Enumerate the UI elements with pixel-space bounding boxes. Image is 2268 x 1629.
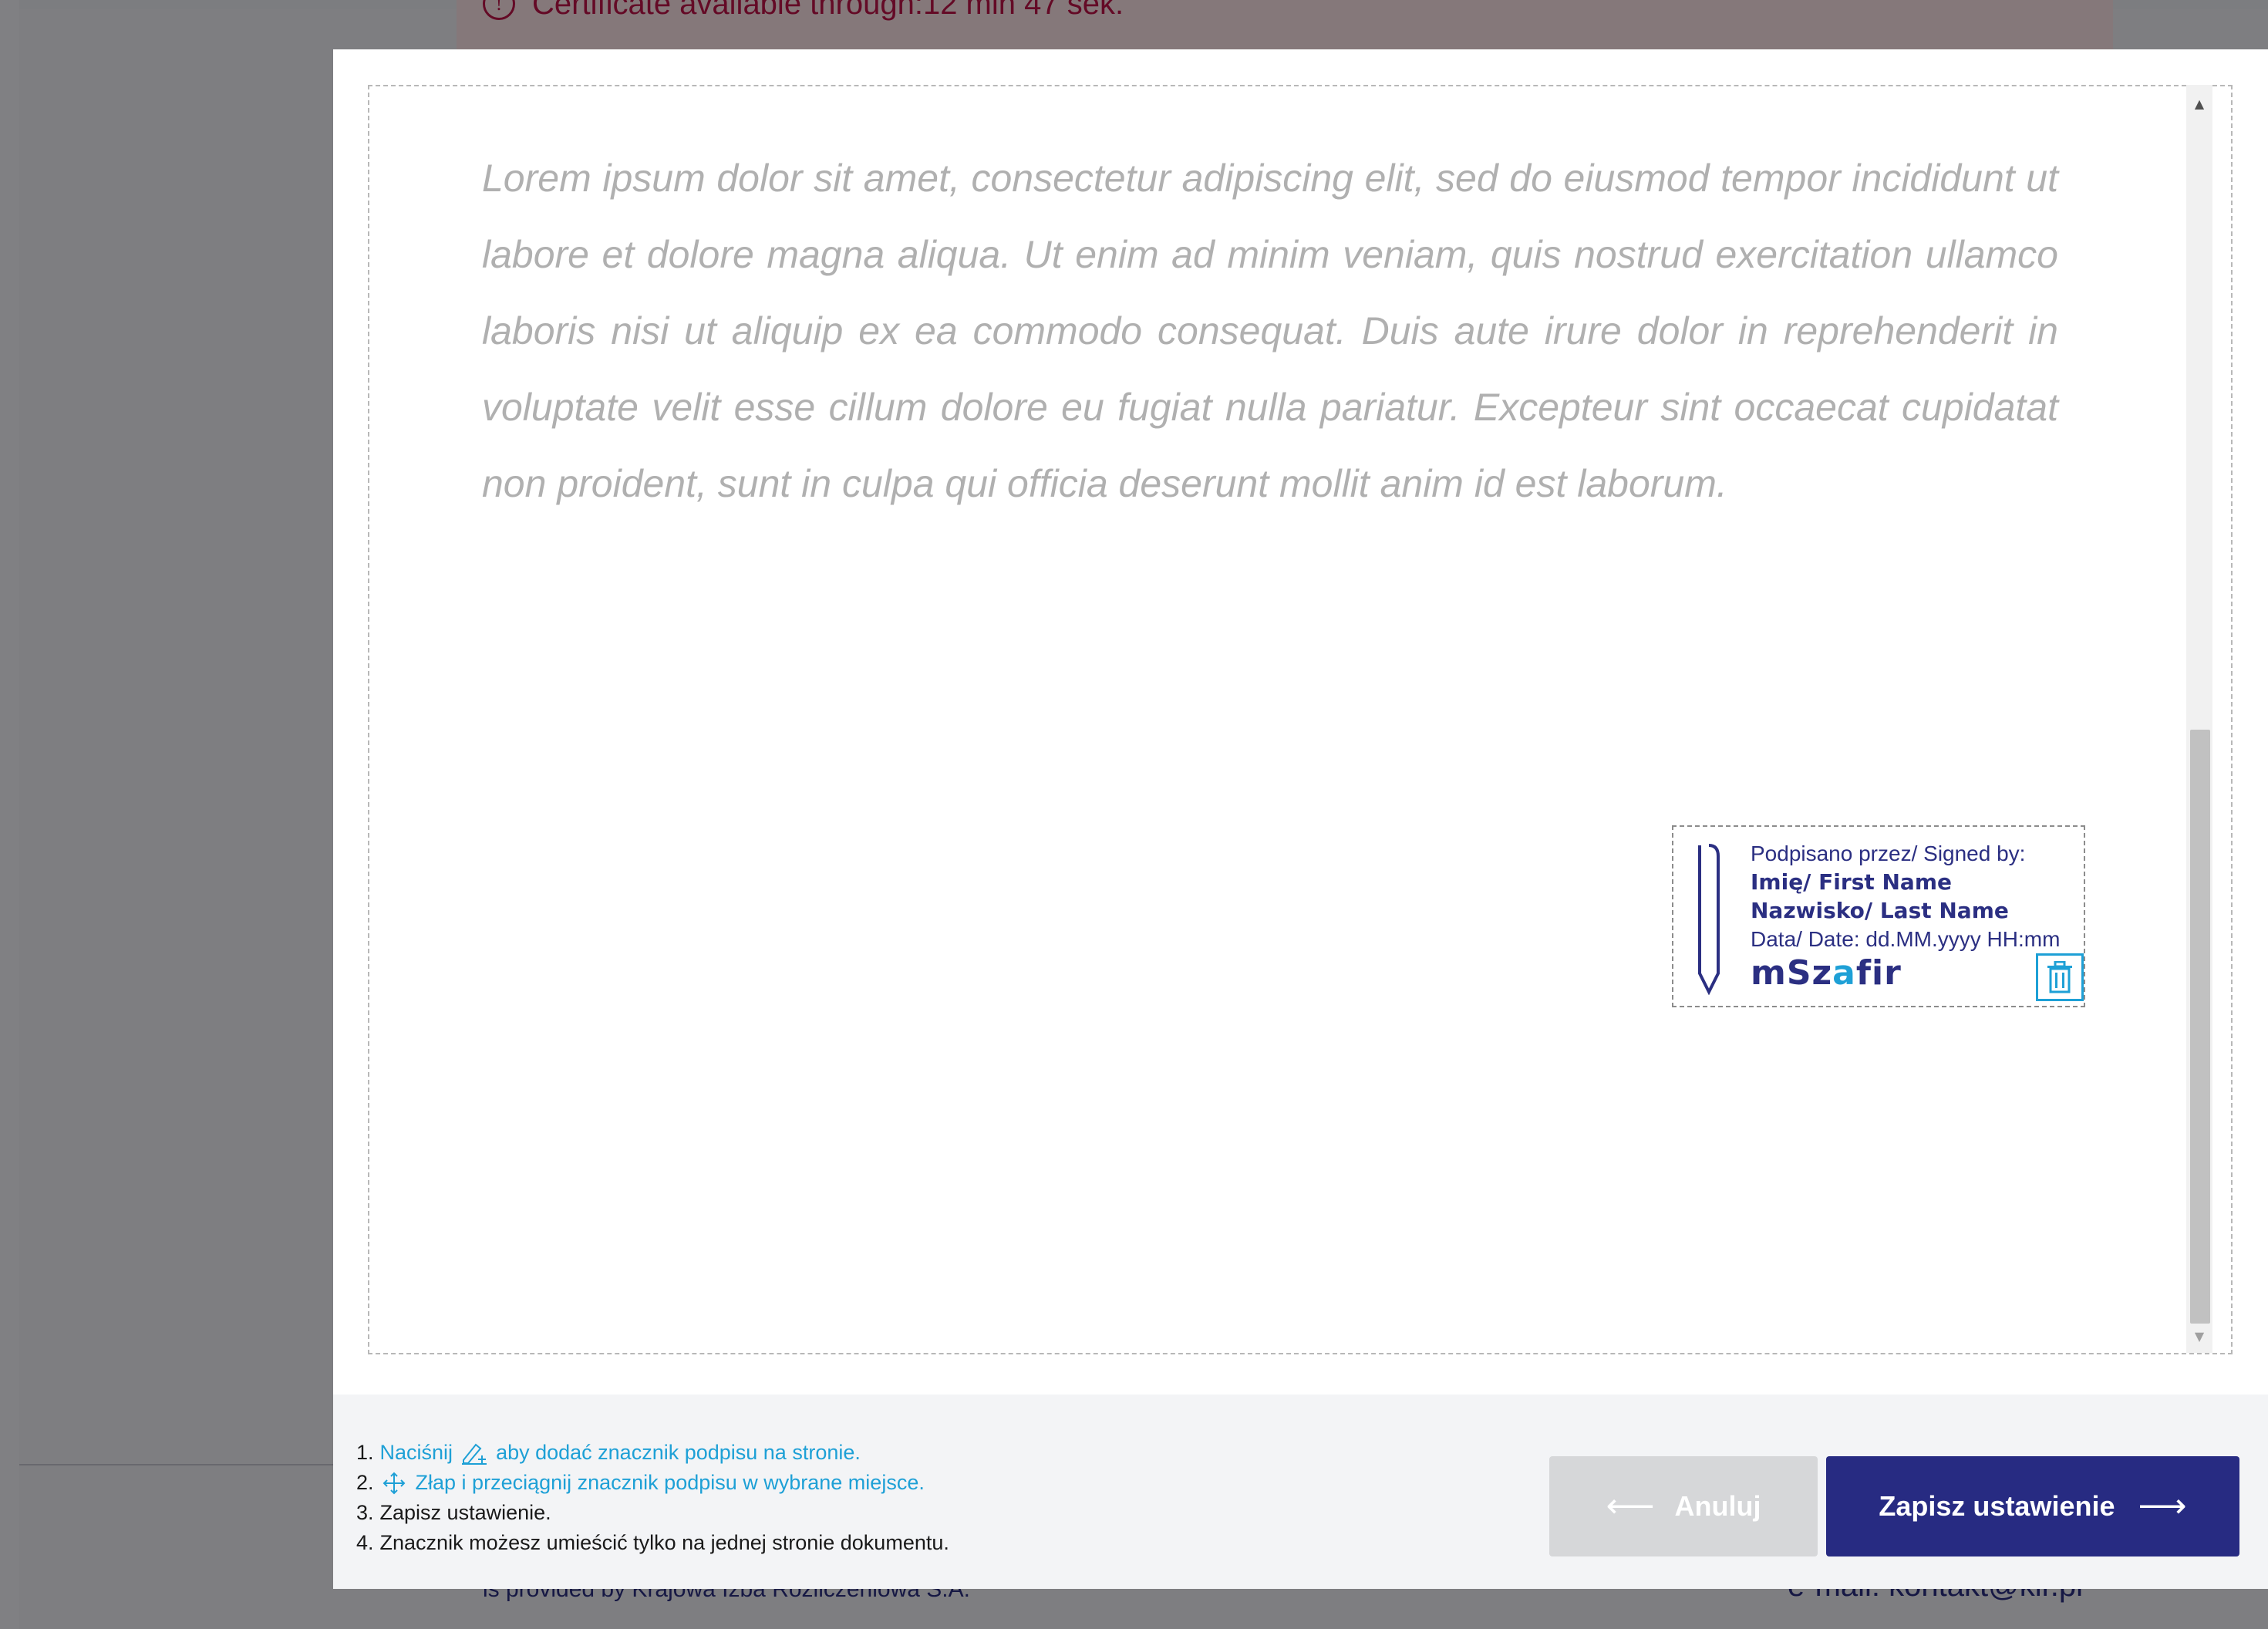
pen-icon bbox=[1698, 844, 1720, 995]
logo-part-accent: a bbox=[1832, 953, 1856, 993]
arrow-left-icon: ⟵ bbox=[1606, 1487, 1655, 1525]
cancel-button-label: Anuluj bbox=[1674, 1490, 1761, 1522]
delete-stamp-button[interactable] bbox=[2036, 953, 2084, 1001]
instruction-item: 3. Zapisz ustawienie. bbox=[356, 1501, 551, 1524]
stamp-date: Data/ Date: dd.MM.yyyy HH:mm bbox=[1751, 927, 2061, 951]
document-scrollbar[interactable]: ▲ ▼ bbox=[2186, 85, 2212, 1353]
scroll-up-arrow-icon[interactable]: ▲ bbox=[2186, 89, 2212, 117]
instruction-list: 1. Naciśnij aby dodać znacznik podpisu n… bbox=[356, 1438, 949, 1558]
stamp-first-name: Imię/ First Name bbox=[1751, 869, 1952, 895]
document-preview[interactable]: Lorem ipsum dolor sit amet, consectetur … bbox=[368, 85, 2233, 1354]
move-icon bbox=[382, 1472, 405, 1494]
instruction-item: 2. Złap i przeciągnij znacznik podpisu w… bbox=[356, 1471, 925, 1494]
mszafir-logo: mSzafir bbox=[1751, 953, 1902, 993]
arrow-right-icon: ⟶ bbox=[2138, 1487, 2187, 1525]
stamp-heading: Podpisano przez/ Signed by: bbox=[1751, 841, 2026, 865]
cancel-button[interactable]: ⟵ Anuluj bbox=[1549, 1456, 1818, 1556]
instruction-item: 4. Znacznik możesz umieścić tylko na jed… bbox=[356, 1531, 949, 1554]
add-signature-icon bbox=[462, 1443, 487, 1465]
logo-part-end: fir bbox=[1855, 953, 1902, 993]
scrollbar-thumb[interactable] bbox=[2190, 730, 2210, 1324]
document-text: Lorem ipsum dolor sit amet, consectetur … bbox=[482, 157, 2058, 505]
stamp-last-name: Nazwisko/ Last Name bbox=[1751, 898, 2009, 923]
signature-placement-modal: Lorem ipsum dolor sit amet, consectetur … bbox=[333, 49, 2268, 1589]
instruction-item: 1. Naciśnij aby dodać znacznik podpisu n… bbox=[356, 1441, 861, 1465]
signature-stamp[interactable]: Podpisano przez/ Signed by: Imię/ First … bbox=[1672, 825, 2085, 1007]
modal-footer: 1. Naciśnij aby dodać znacznik podpisu n… bbox=[333, 1395, 2268, 1589]
logo-part-start: mSz bbox=[1751, 953, 1833, 993]
save-settings-button[interactable]: Zapisz ustawienie ⟶ bbox=[1826, 1456, 2239, 1556]
save-button-label: Zapisz ustawienie bbox=[1879, 1490, 2115, 1522]
trash-icon bbox=[2047, 961, 2072, 993]
scroll-down-arrow-icon[interactable]: ▼ bbox=[2186, 1322, 2212, 1350]
